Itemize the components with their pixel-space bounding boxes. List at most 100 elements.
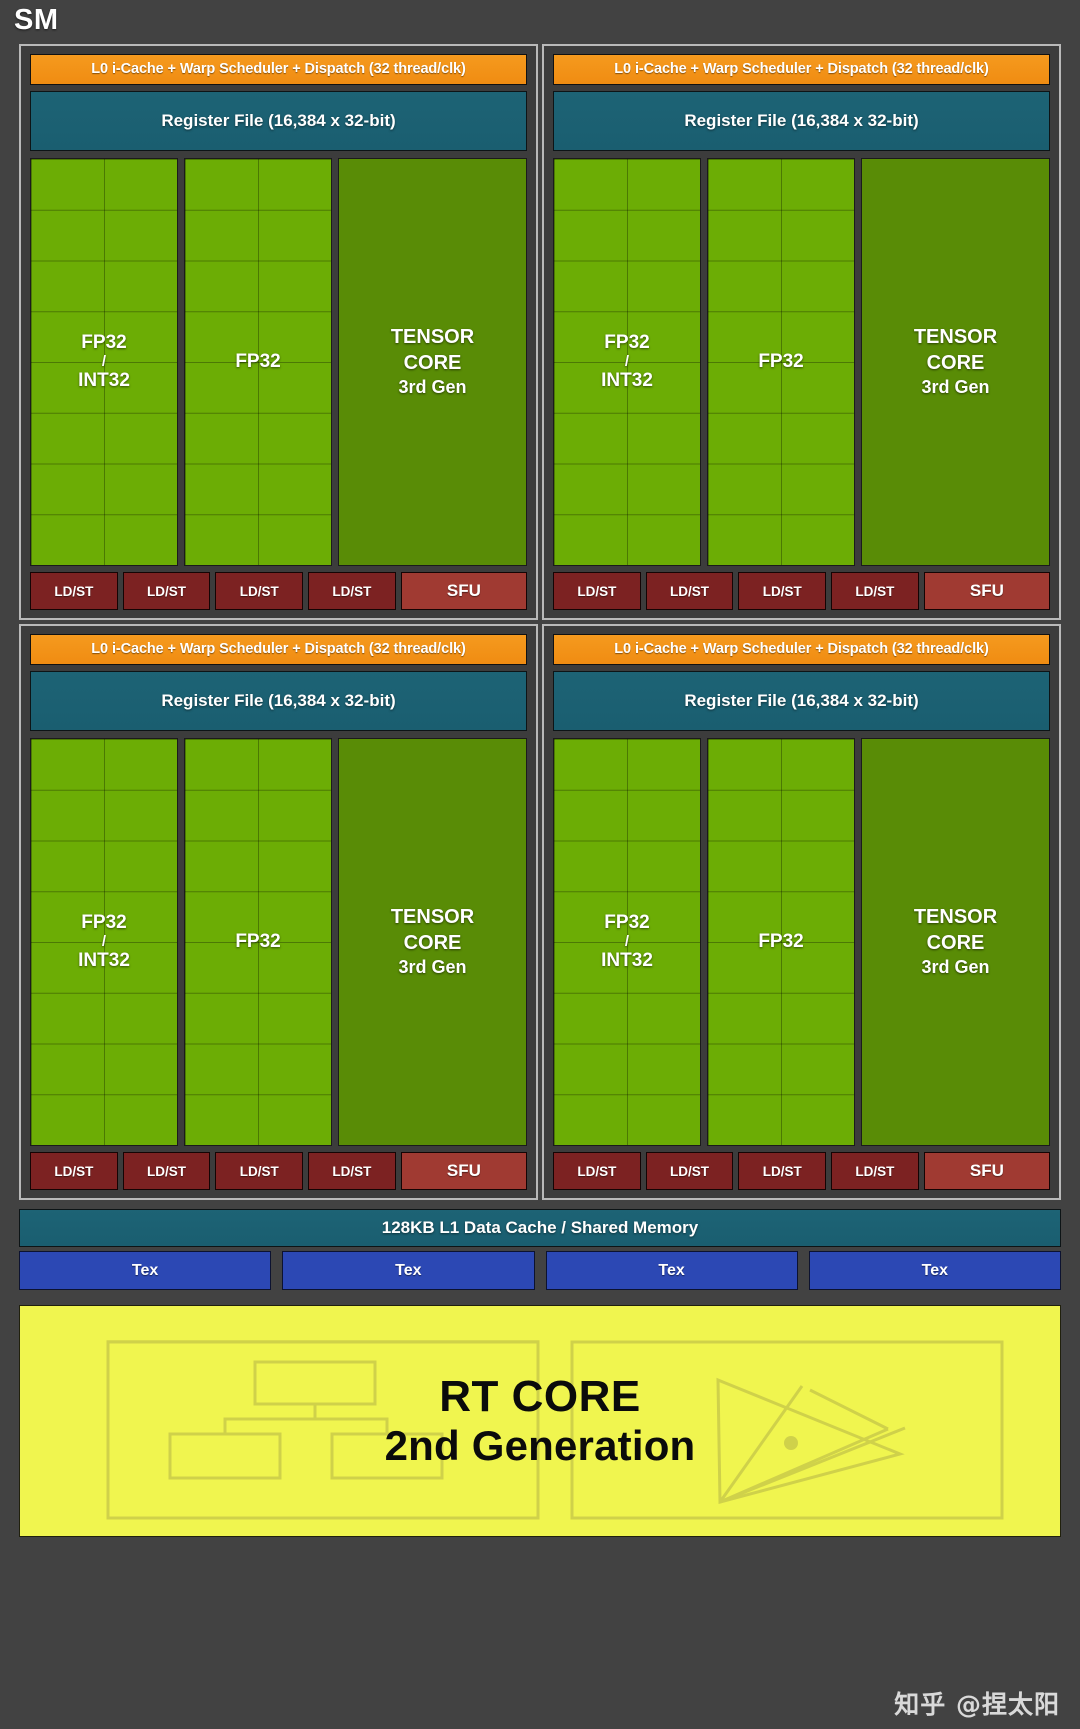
sfu-unit: SFU [923,572,1050,610]
slash-text: / [624,933,630,951]
int32-text: INT32 [78,949,130,971]
ldst-unit: LD/ST [645,1152,734,1190]
core-text: CORE [403,932,462,955]
tensor-core-label: TENSOR CORE 3rd Gen [391,904,474,979]
core-area: FP32 / INT32 FP32 TENSOR CORE 3rd Gen [30,158,527,566]
fp32-text: FP32 [235,350,281,372]
slash-text: / [624,353,630,371]
tensor-gen-text: 3rd Gen [398,377,467,398]
core-text: CORE [403,352,462,375]
sm-partition-2: L0 i-Cache + Warp Scheduler + Dispatch (… [19,624,538,1200]
sm-partition-1: L0 i-Cache + Warp Scheduler + Dispatch (… [542,44,1061,620]
ldst-unit: LD/ST [831,572,919,610]
ldst-unit: LD/ST [30,572,118,610]
fp32-label: FP32 [758,931,803,953]
ldst-unit: LD/ST [308,572,396,610]
ldst-unit: LD/ST [553,572,641,610]
fp32-text: FP32 [758,930,804,952]
partition-grid: L0 i-Cache + Warp Scheduler + Dispatch (… [19,44,1061,1200]
fp32-text: FP32 [604,911,650,933]
fp32-text: FP32 [81,911,127,933]
fp32-int32-column: FP32 / INT32 [30,158,179,566]
register-file: Register File (16,384 x 32-bit) [553,671,1050,731]
tensor-core-block: TENSOR CORE 3rd Gen [861,738,1050,1146]
tensor-core-label: TENSOR CORE 3rd Gen [914,324,997,399]
fp32-int32-label: FP32 / INT32 [601,912,653,973]
sm-partition-0: L0 i-Cache + Warp Scheduler + Dispatch (… [19,44,538,620]
ldst-sfu-row: LD/ST LD/ST LD/ST LD/ST SFU [553,1152,1050,1190]
tensor-text: TENSOR [390,326,475,349]
fp32-column: FP32 [184,738,333,1146]
warp-scheduler-bar: L0 i-Cache + Warp Scheduler + Dispatch (… [553,54,1050,85]
ldst-unit: LD/ST [308,1152,396,1190]
rt-core-artwork [106,1340,1004,1520]
tex-unit: Tex [282,1251,535,1290]
tex-unit: Tex [808,1251,1061,1290]
tensor-text: TENSOR [913,326,998,349]
fp32-label: FP32 [758,351,803,373]
ldst-unit: LD/ST [831,1152,919,1190]
fp32-label: FP32 [235,931,280,953]
fp32-int32-column: FP32 / INT32 [553,158,702,566]
tensor-gen-text: 3rd Gen [921,377,990,398]
texture-units-row: Tex Tex Tex Tex [19,1251,1061,1290]
fp32-int32-label: FP32 / INT32 [601,332,653,393]
fp32-text: FP32 [758,350,804,372]
fp32-column: FP32 [707,158,856,566]
tex-unit: Tex [19,1251,272,1290]
tensor-core-block: TENSOR CORE 3rd Gen [861,158,1050,566]
ldst-unit: LD/ST [215,1152,304,1190]
slash-text: / [101,353,107,371]
fp32-text: FP32 [604,331,650,353]
ldst-sfu-row: LD/ST LD/ST LD/ST LD/ST SFU [30,1152,527,1190]
fp32-int32-label: FP32 / INT32 [78,332,130,393]
fp32-column: FP32 [184,158,333,566]
fp32-int32-column: FP32 / INT32 [553,738,702,1146]
page-title: SM [14,4,59,36]
ldst-unit: LD/ST [553,1152,641,1190]
ldst-unit: LD/ST [738,1152,827,1190]
ldst-unit: LD/ST [30,1152,118,1190]
ldst-unit: LD/ST [645,572,734,610]
tensor-core-block: TENSOR CORE 3rd Gen [338,158,527,566]
tensor-gen-text: 3rd Gen [398,957,467,978]
ldst-unit: LD/ST [122,1152,211,1190]
fp32-int32-column: FP32 / INT32 [30,738,179,1146]
warp-scheduler-bar: L0 i-Cache + Warp Scheduler + Dispatch (… [30,54,527,85]
fp32-text: FP32 [81,331,127,353]
tensor-text: TENSOR [913,906,998,929]
tensor-text: TENSOR [390,906,475,929]
tensor-core-label: TENSOR CORE 3rd Gen [914,904,997,979]
watermark: 知乎 @捏太阳 [894,1690,1060,1719]
core-text: CORE [926,932,985,955]
tensor-gen-text: 3rd Gen [921,957,990,978]
fp32-column: FP32 [707,738,856,1146]
ldst-unit: LD/ST [122,572,211,610]
int32-text: INT32 [601,369,653,391]
tex-unit: Tex [545,1251,798,1290]
slash-text: / [101,933,107,951]
register-file: Register File (16,384 x 32-bit) [553,91,1050,151]
tensor-core-block: TENSOR CORE 3rd Gen [338,738,527,1146]
core-area: FP32 / INT32 FP32 TENSOR CORE 3rd Gen [30,738,527,1146]
ldst-unit: LD/ST [738,572,827,610]
core-area: FP32 / INT32 FP32 TENSOR CORE 3rd Gen [553,738,1050,1146]
warp-scheduler-bar: L0 i-Cache + Warp Scheduler + Dispatch (… [30,634,527,665]
sfu-unit: SFU [400,1152,527,1190]
core-text: CORE [926,352,985,375]
fp32-label: FP32 [235,351,280,373]
tensor-core-label: TENSOR CORE 3rd Gen [391,324,474,399]
sm-partition-3: L0 i-Cache + Warp Scheduler + Dispatch (… [542,624,1061,1200]
l1-data-cache: 128KB L1 Data Cache / Shared Memory [19,1209,1061,1247]
ldst-sfu-row: LD/ST LD/ST LD/ST LD/ST SFU [30,572,527,610]
ldst-sfu-row: LD/ST LD/ST LD/ST LD/ST SFU [553,572,1050,610]
warp-scheduler-bar: L0 i-Cache + Warp Scheduler + Dispatch (… [553,634,1050,665]
rt-core-block: RT CORE 2nd Generation [19,1305,1061,1537]
fp32-int32-label: FP32 / INT32 [78,912,130,973]
int32-text: INT32 [78,369,130,391]
ray-intersection-dot [784,1436,798,1450]
sfu-unit: SFU [400,572,527,610]
ldst-unit: LD/ST [215,572,304,610]
sfu-unit: SFU [923,1152,1050,1190]
int32-text: INT32 [601,949,653,971]
